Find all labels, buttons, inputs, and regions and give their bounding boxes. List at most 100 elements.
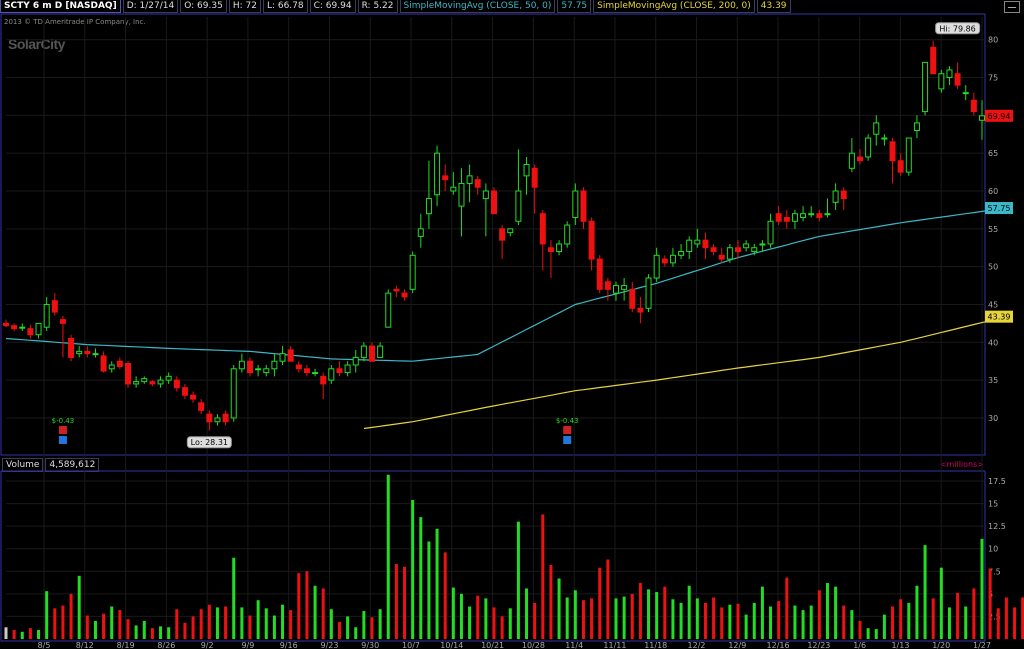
candle-body bbox=[515, 190, 522, 222]
candle-body bbox=[759, 243, 766, 246]
volume-bar bbox=[874, 629, 878, 639]
volume-bar bbox=[476, 595, 480, 639]
lo-label: Lo: 28.31 bbox=[191, 438, 228, 447]
volume-bar bbox=[411, 499, 415, 639]
candle-body bbox=[59, 319, 66, 324]
hi-marker bbox=[935, 22, 981, 35]
volume-bar bbox=[728, 604, 732, 639]
candle-body bbox=[312, 372, 319, 375]
volume-bar bbox=[256, 600, 260, 639]
volume-bar bbox=[207, 604, 211, 639]
volume-bar bbox=[370, 617, 374, 639]
volume-bar bbox=[427, 541, 431, 639]
candle-body bbox=[791, 213, 798, 222]
volume-value: 4,589,612 bbox=[45, 457, 100, 472]
candle-body bbox=[303, 368, 310, 374]
volume-bar bbox=[53, 608, 57, 639]
volume-bar bbox=[842, 605, 846, 639]
candle-body bbox=[694, 239, 701, 245]
volume-bar bbox=[12, 629, 16, 639]
volume-tick-label: 17.5 bbox=[988, 477, 1006, 486]
volume-bar bbox=[549, 564, 553, 639]
range-value: R: 5.22 bbox=[357, 0, 398, 13]
candle-body bbox=[474, 179, 481, 188]
volume-bar bbox=[272, 615, 276, 639]
volume-bar bbox=[899, 599, 903, 639]
volume-bar bbox=[858, 620, 862, 639]
volume-bar bbox=[232, 557, 236, 639]
earnings-label: $-0.43 bbox=[556, 417, 579, 425]
candle-body bbox=[881, 137, 888, 140]
volume-panel-border bbox=[0, 470, 986, 642]
volume-bar bbox=[175, 609, 179, 639]
volume-label[interactable]: Volume bbox=[2, 457, 44, 472]
candle-body bbox=[238, 360, 245, 370]
volume-bar bbox=[695, 598, 699, 639]
volume-bar bbox=[468, 606, 472, 639]
volume-bar bbox=[150, 628, 154, 639]
sma50-label[interactable]: SimpleMovingAvg (CLOSE, 50, 0) bbox=[399, 0, 556, 13]
date-tick-label: 12/16 bbox=[767, 641, 790, 649]
price-tick-label: 80 bbox=[988, 36, 998, 45]
candle-body bbox=[735, 247, 741, 253]
candle-body bbox=[783, 216, 790, 222]
candle-body bbox=[930, 46, 937, 75]
volume-bar bbox=[541, 514, 545, 639]
candle-body bbox=[800, 213, 807, 218]
dividend-icon bbox=[563, 436, 572, 444]
collapse-button[interactable] bbox=[1004, 1, 1020, 13]
earnings-label: $-0.43 bbox=[52, 417, 75, 425]
sma200-line bbox=[363, 316, 1007, 430]
sma200-value: 43.39 bbox=[756, 0, 791, 13]
candle-body bbox=[328, 368, 335, 381]
symbol-label[interactable]: SCTY 6 m D [NASDAQ] bbox=[0, 0, 121, 13]
candle-body bbox=[450, 186, 457, 192]
candle-body bbox=[222, 413, 229, 423]
volume-bar bbox=[118, 610, 122, 639]
candle-body bbox=[491, 190, 497, 215]
candle-body bbox=[377, 345, 384, 358]
candle-body bbox=[385, 292, 392, 328]
candle-body bbox=[954, 73, 961, 86]
date-tick-label: 1/6 bbox=[853, 641, 866, 649]
price-tag-label: 43.39 bbox=[988, 313, 1011, 322]
date-tick-label: 9/2 bbox=[201, 641, 214, 649]
volume-bar bbox=[183, 622, 187, 639]
volume-bar bbox=[793, 605, 797, 639]
low-value: L: 66.78 bbox=[262, 0, 308, 13]
candle-body bbox=[865, 137, 872, 158]
volume-tick-label: 12.5 bbox=[988, 522, 1006, 531]
volume-bar bbox=[988, 568, 992, 639]
copyright-text: 2013 © TD Ameritrade IP Company, Inc. bbox=[4, 18, 146, 26]
volume-bar bbox=[785, 577, 789, 639]
candle-body bbox=[320, 375, 327, 385]
candle-body bbox=[531, 167, 538, 188]
volume-bar bbox=[167, 627, 171, 639]
volume-bar bbox=[744, 614, 748, 639]
candle-body bbox=[76, 350, 83, 355]
candle-body bbox=[369, 345, 375, 362]
date-tick-label: 8/12 bbox=[76, 641, 94, 649]
volume-bar bbox=[443, 552, 447, 639]
volume-bar bbox=[484, 598, 488, 639]
volume-bar bbox=[305, 571, 309, 639]
candle-body bbox=[808, 213, 815, 216]
volume-tick-label: 10 bbox=[988, 545, 998, 554]
volume-bar bbox=[297, 573, 301, 639]
volume-bar bbox=[703, 602, 707, 639]
candle-body bbox=[613, 285, 619, 294]
volume-bar bbox=[581, 600, 585, 639]
date-tick-label: 10/14 bbox=[440, 641, 463, 649]
volume-bar bbox=[191, 616, 195, 639]
volume-tick-label: 7.5 bbox=[988, 567, 1001, 576]
candle-body bbox=[442, 175, 449, 181]
candle-body bbox=[51, 300, 58, 313]
sma200-label[interactable]: SimpleMovingAvg (CLOSE, 200, 0) bbox=[593, 0, 755, 13]
sma50-value: 57.75 bbox=[557, 0, 592, 13]
high-value: H: 72 bbox=[228, 0, 261, 13]
volume-bar bbox=[378, 609, 382, 639]
volume-bar bbox=[215, 607, 219, 639]
volume-bar bbox=[598, 567, 602, 639]
volume-bar bbox=[20, 631, 24, 639]
price-tick-label: 70 bbox=[988, 111, 998, 120]
